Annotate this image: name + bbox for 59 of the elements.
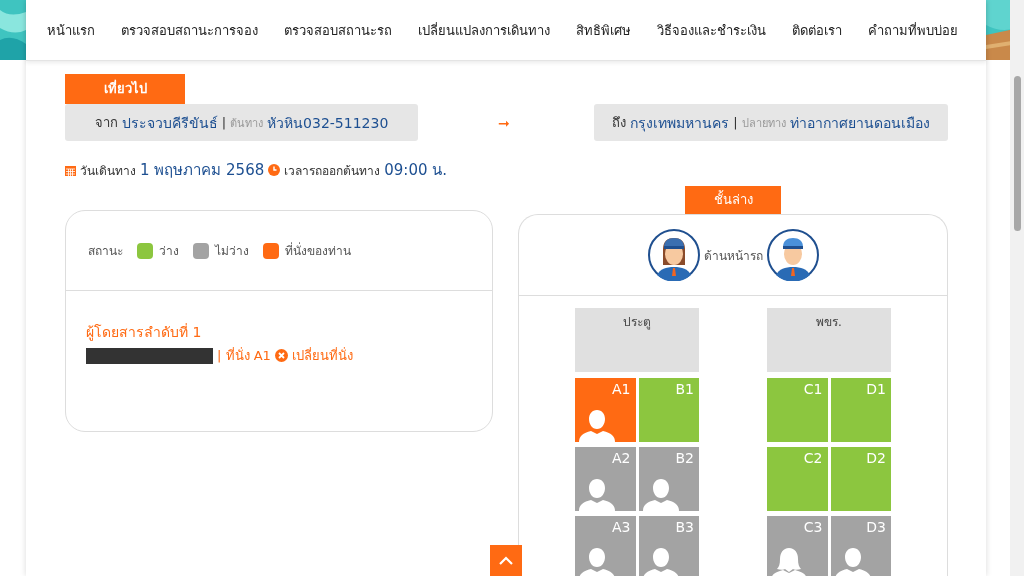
- city-name: กรุงเทพมหานคร: [630, 113, 730, 134]
- seat[interactable]: D3: [830, 516, 891, 576]
- deck-tab[interactable]: ชั้นล่าง: [685, 186, 781, 214]
- clock-icon: [268, 164, 281, 176]
- driver-avatar-icon: [766, 229, 819, 281]
- nav-link[interactable]: เปลี่ยนแปลงการเดินทาง: [418, 19, 550, 41]
- route-prefix: จาก: [94, 114, 118, 132]
- trip-tab[interactable]: เที่ยวไป: [65, 74, 185, 104]
- nav-link[interactable]: ตรวจสอบสถานะการจอง: [121, 19, 258, 41]
- arrow-icon: ➞: [498, 114, 510, 131]
- person-icon: [577, 408, 617, 442]
- seat[interactable]: C2: [767, 447, 828, 511]
- seat[interactable]: A2: [575, 447, 636, 511]
- seat[interactable]: D1: [830, 378, 891, 442]
- date-label: วันเดินทาง: [80, 162, 136, 180]
- calendar-icon: [65, 164, 76, 176]
- person-icon: [577, 546, 617, 576]
- caret-up-icon: [499, 556, 513, 565]
- driver-area: พขร.: [767, 308, 891, 372]
- date-value: 1 พฤษภาคม 2568: [140, 160, 265, 181]
- nav-link[interactable]: ตรวจสอบสถานะรถ: [284, 19, 392, 41]
- attendant-avatar-icon: [647, 229, 700, 281]
- seat[interactable]: A1: [575, 378, 636, 442]
- seat[interactable]: A3: [575, 516, 636, 576]
- nav-link[interactable]: คำถามที่พบบ่อย: [868, 19, 958, 41]
- scroll-top-button[interactable]: [490, 545, 522, 576]
- front-label: ด้านหน้ารถ: [703, 247, 763, 265]
- time-value: 09:00 น.: [384, 160, 448, 181]
- seat[interactable]: D2: [830, 447, 891, 511]
- stop-name: หัวหิน032-511230: [267, 113, 389, 133]
- close-circle-icon: [274, 349, 288, 362]
- legend-text: ว่าง: [159, 243, 179, 260]
- stop-name: ท่าอากาศยานดอนเมือง: [789, 113, 930, 133]
- scrollbar[interactable]: [1010, 0, 1024, 576]
- seat-text: | ที่นั่ง A1: [217, 346, 271, 365]
- separator: |: [733, 115, 738, 130]
- separator: |: [221, 115, 227, 130]
- nav-link[interactable]: วิธีจองและชำระเงิน: [657, 19, 766, 41]
- seat[interactable]: C3: [767, 516, 828, 576]
- time-label: เวลารถออกต้นทาง: [284, 162, 381, 180]
- door-area: ประตู: [575, 308, 699, 372]
- change-seat-link[interactable]: เปลี่ยนที่นั่ง: [274, 345, 353, 366]
- seat[interactable]: B2: [638, 447, 699, 511]
- stop-label: ปลายทาง: [741, 115, 786, 132]
- nav-link[interactable]: สิทธิพิเศษ: [576, 19, 631, 41]
- legend-text: ไม่ว่าง: [215, 243, 249, 260]
- person-icon: [577, 477, 617, 511]
- legend-label: สถานะ: [88, 243, 123, 260]
- seat[interactable]: B1: [638, 378, 699, 442]
- nav-link[interactable]: ติดต่อเรา: [792, 19, 842, 41]
- nav-link[interactable]: หน้าแรก: [47, 19, 95, 41]
- route-prefix: ถึง: [612, 114, 627, 132]
- seat[interactable]: B3: [638, 516, 699, 576]
- city-name: ประจวบคีรีขันธ์: [121, 113, 218, 133]
- person-icon: [640, 477, 681, 511]
- stop-label: ต้นทาง: [230, 115, 264, 132]
- seat[interactable]: C1: [767, 378, 828, 442]
- legend-text: ที่นั่งของท่าน: [285, 241, 351, 260]
- passenger-title: ผู้โดยสารลำดับที่ 1: [86, 322, 203, 343]
